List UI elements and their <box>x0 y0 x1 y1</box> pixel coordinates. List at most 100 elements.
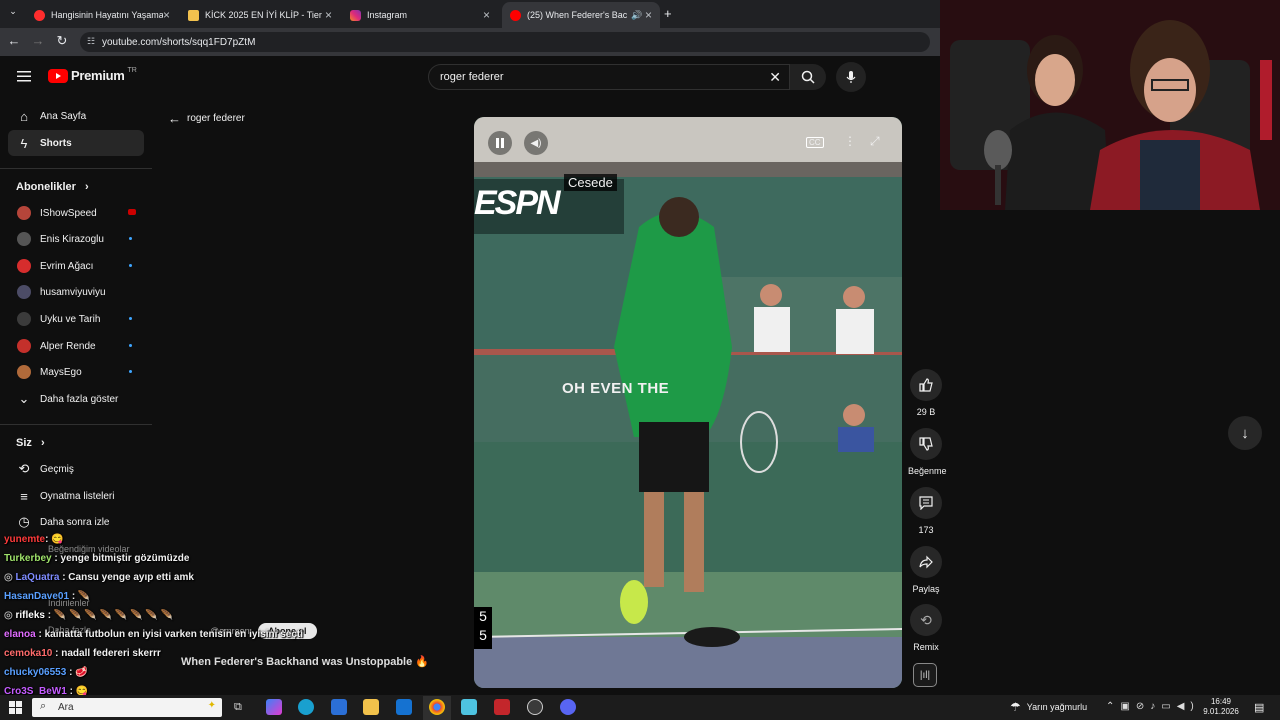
weather-widget[interactable]: ☂ Yarın yağmurlu <box>1010 700 1087 714</box>
chat-message: ◎ LaQuatra : Cansu yenge ayıp etti amk <box>4 572 194 583</box>
show-more-button[interactable]: ⌄ Daha fazla göster <box>8 386 144 412</box>
counter-digit: 5 <box>479 627 487 643</box>
clear-search-icon[interactable]: ✕ <box>769 69 781 86</box>
kick-app-icon[interactable] <box>494 699 510 715</box>
file-explorer-icon[interactable] <box>363 699 379 715</box>
pause-icon <box>496 138 504 148</box>
remix-button[interactable]: ⟲ Remix <box>908 604 944 652</box>
subscriptions-heading[interactable]: Abonelikler › <box>16 181 89 193</box>
task-view-icon[interactable]: ⧉ <box>234 701 242 714</box>
back-to-search-link[interactable]: ← roger federer <box>168 111 245 126</box>
new-tab-button[interactable]: + <box>664 6 672 21</box>
close-tab-icon[interactable]: × <box>163 8 170 22</box>
play-pause-button[interactable] <box>488 131 512 155</box>
close-tab-icon[interactable]: × <box>325 8 332 22</box>
subscription-item[interactable]: Evrim Ağacı <box>8 253 144 279</box>
you-heading[interactable]: Siz › <box>16 437 45 449</box>
clock-date: 9.01.2026 <box>1203 707 1239 716</box>
arrow-down-icon: ↓ <box>1241 424 1249 442</box>
webcam-overlay <box>940 0 1280 210</box>
avatar <box>17 365 31 379</box>
tray-notification-off-icon[interactable]: ⊘ <box>1136 701 1150 712</box>
sidebar-item-shorts[interactable]: ϟ Shorts <box>8 130 144 156</box>
channel-name: MaysEgo <box>40 366 82 378</box>
start-button-icon[interactable] <box>9 701 22 714</box>
search-input[interactable]: roger federer ✕ <box>428 64 790 90</box>
outlook-icon[interactable] <box>396 699 412 715</box>
tray-volume-icon[interactable]: ◀) <box>1177 701 1200 712</box>
tray-chevron-icon[interactable]: ⌃ <box>1106 701 1120 712</box>
browser-tab-strip: ⌄ Hangisinin Hayatını Yaşamak İst × KİCK… <box>0 0 940 28</box>
subscription-item[interactable]: husamviyuviyu <box>8 279 144 305</box>
remix-icon: ⟲ <box>920 611 932 628</box>
youtube-logo[interactable]: Premium TR <box>48 67 137 83</box>
volume-icon: ◀) <box>530 137 542 149</box>
subscription-item[interactable]: IShowSpeed <box>8 200 144 226</box>
avatar <box>17 259 31 273</box>
store-icon[interactable] <box>331 699 347 715</box>
taskbar-search-input[interactable]: ⌕ Ara ✦ <box>32 698 222 717</box>
youtube-favicon-icon <box>510 9 521 21</box>
notification-center-icon[interactable]: ▤ <box>1254 701 1264 714</box>
sidebar-item-history[interactable]: ⟲ Geçmiş <box>8 456 144 482</box>
tray-app-icon[interactable]: ▣ <box>1120 701 1135 712</box>
captions-icon[interactable]: CC <box>806 137 824 148</box>
channel-name: Alper Rende <box>40 340 96 352</box>
subscription-item[interactable]: MaysEgo <box>8 359 144 385</box>
tab-list-dropdown-button[interactable]: ⌄ <box>6 6 20 20</box>
dislike-button[interactable]: Beğenme <box>908 428 947 476</box>
address-url: youtube.com/shorts/sqq1FD7pZtM <box>102 36 256 48</box>
tray-network-icon[interactable]: ▭ <box>1161 701 1176 712</box>
channel-name: IShowSpeed <box>40 207 97 219</box>
forward-arrow-icon[interactable]: → <box>30 33 46 48</box>
comment-icon <box>919 496 933 510</box>
overlay-caption-text: OH EVEN THE <box>562 380 670 397</box>
menu-hamburger-icon[interactable] <box>16 68 32 84</box>
browser-tab-3[interactable]: Instagram × <box>342 4 498 26</box>
speaker-icon[interactable]: 🔊 <box>631 10 642 21</box>
next-video-button[interactable]: ↓ <box>1228 416 1262 450</box>
like-button[interactable]: 29 B <box>908 369 944 417</box>
discord-icon[interactable] <box>560 699 576 715</box>
new-content-dot <box>129 317 132 320</box>
tray-microphone-icon[interactable]: ♪ <box>1150 701 1161 712</box>
notepad-icon[interactable] <box>461 699 477 715</box>
shorts-video-player[interactable]: ESPN ◀) CC ⋮ ⤢ Cesede OH EVEN THE 5 5 <box>474 117 902 688</box>
sidebar-item-playlists[interactable]: ≡ Oynatma listeleri <box>8 483 144 509</box>
more-options-icon[interactable]: ⋮ <box>844 134 856 148</box>
reload-icon[interactable]: ↻ <box>54 33 70 49</box>
copilot-icon[interactable] <box>266 699 282 715</box>
sidebar-item-home[interactable]: ⌂ Ana Sayfa <box>8 103 144 129</box>
close-tab-icon[interactable]: × <box>645 8 652 22</box>
sidebar-item-label: Daha sonra izle <box>40 516 110 528</box>
sound-thumbnail[interactable]: |ıl| <box>913 663 937 687</box>
edge-icon[interactable] <box>298 699 314 715</box>
browser-tab-1[interactable]: Hangisinin Hayatını Yaşamak İst × <box>26 4 178 26</box>
back-arrow-icon[interactable]: ← <box>6 33 22 48</box>
system-tray[interactable]: ⌃▣⊘♪▭◀) <box>1106 701 1200 712</box>
new-content-dot <box>129 264 132 267</box>
microphone-icon <box>846 71 856 83</box>
site-info-icon[interactable]: ☷ <box>87 36 95 47</box>
channel-name: husamviyuviyu <box>40 286 106 298</box>
subscription-item[interactable]: Alper Rende <box>8 333 144 359</box>
sidebar-item-label: Oynatma listeleri <box>40 490 115 502</box>
chrome-icon[interactable] <box>429 699 445 715</box>
comments-button[interactable]: 173 <box>908 487 944 535</box>
volume-button[interactable]: ◀) <box>524 131 548 155</box>
clock[interactable]: 16:49 9.01.2026 <box>1200 697 1242 717</box>
voice-search-button[interactable] <box>836 62 866 92</box>
search-button[interactable] <box>790 64 826 90</box>
sidebar-item-watch-later[interactable]: ◷ Daha sonra izle <box>8 509 144 535</box>
browser-tab-2[interactable]: KİCK 2025 EN İYİ KLİP - Tier List × <box>180 4 340 26</box>
address-bar[interactable]: ☷ youtube.com/shorts/sqq1FD7pZtM <box>80 32 930 52</box>
browser-tab-4-active[interactable]: (25) When Federer's Backha 🔊 × <box>502 2 660 28</box>
chat-text: : 🪶 🪶 🪶 🪶 🪶 🪶 🪶 🪶 <box>47 610 173 621</box>
obs-icon[interactable] <box>527 699 543 715</box>
subscription-item[interactable]: Uyku ve Tarih <box>8 306 144 332</box>
chat-message: yunemte: 😋 <box>4 534 64 545</box>
close-tab-icon[interactable]: × <box>483 8 490 22</box>
fullscreen-icon[interactable]: ⤢ <box>870 134 880 149</box>
subscription-item[interactable]: Enis Kirazoglu <box>8 226 144 252</box>
share-button[interactable]: Paylaş <box>908 546 944 594</box>
